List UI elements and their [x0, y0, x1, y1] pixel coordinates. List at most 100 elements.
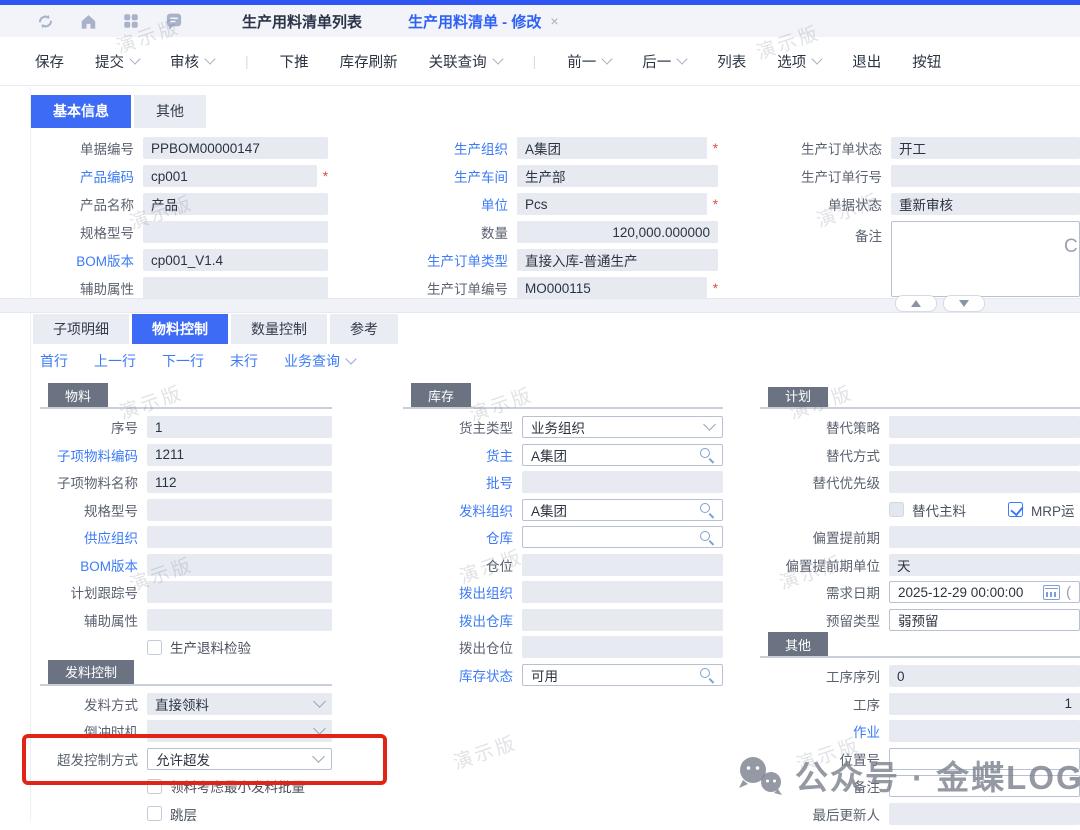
options-button[interactable]: 选项 — [777, 51, 821, 72]
tab-other[interactable]: 其他 — [134, 95, 206, 128]
exit-button[interactable]: 退出 — [852, 51, 881, 72]
field-label[interactable]: 子项物料编码 — [40, 445, 147, 465]
issue-mode-select[interactable]: 直接领料 — [147, 693, 332, 715]
sync-icon[interactable] — [36, 12, 55, 31]
search-icon[interactable] — [699, 530, 714, 545]
over-issue-control-select[interactable]: 允许超发 — [147, 748, 332, 770]
related-query-button[interactable]: 关联查询 — [429, 51, 502, 72]
chevron-down-icon[interactable] — [492, 53, 503, 64]
audit-button[interactable]: 审核 — [170, 51, 214, 72]
field-label: 位置号 — [760, 749, 889, 769]
chevron-down-icon[interactable] — [204, 53, 215, 64]
tab-production-material-edit[interactable]: 生产用料清单 - 修改 × — [408, 11, 559, 32]
chevron-down-icon[interactable] — [129, 53, 140, 64]
field-label[interactable]: 作业 — [760, 721, 889, 741]
apps-grid-icon[interactable] — [122, 12, 140, 30]
mo-status-field: 开工 — [891, 137, 1080, 159]
form-row: 拨出仓库 — [403, 609, 723, 631]
last-row-link[interactable]: 末行 — [230, 351, 258, 371]
next-button[interactable]: 后一 — [642, 51, 686, 72]
tab-basic-info[interactable]: 基本信息 — [31, 95, 131, 128]
chevron-down-icon[interactable] — [812, 53, 823, 64]
list-button[interactable]: 列表 — [717, 51, 746, 72]
min-issue-batch-checkbox[interactable] — [147, 779, 162, 794]
skip-level-checkbox[interactable] — [147, 806, 162, 821]
tab-quantity-control[interactable]: 数量控制 — [231, 314, 327, 344]
remark-textarea[interactable] — [891, 221, 1080, 297]
issue-org-lookup-field[interactable]: A集团 — [522, 499, 723, 521]
close-icon[interactable]: × — [550, 13, 558, 29]
chevron-down-icon[interactable] — [345, 353, 356, 364]
chevron-down-icon[interactable] — [313, 695, 326, 708]
prev-row-link[interactable]: 上一行 — [94, 351, 136, 371]
stock-refresh-button[interactable]: 库存刷新 — [340, 51, 398, 72]
calendar-icon[interactable] — [1043, 585, 1060, 600]
tab-reference[interactable]: 参考 — [330, 314, 398, 344]
chevron-down-icon[interactable] — [312, 750, 325, 763]
chevron-down-icon[interactable] — [602, 53, 613, 64]
owner-lookup-field[interactable]: A集团 — [522, 444, 723, 466]
group-title-badge: 发料控制 — [48, 660, 134, 684]
field-label[interactable]: 生产订单类型 — [408, 250, 517, 270]
custom-button[interactable]: 按钮 — [912, 51, 941, 72]
form-row: 发料方式 直接领料 — [40, 693, 332, 715]
tab-sub-item-detail[interactable]: 子项明细 — [33, 314, 129, 344]
field-label[interactable]: BOM版本 — [40, 555, 147, 575]
reserve-type-field[interactable]: 弱预留 — [889, 609, 1080, 631]
row-navigation: 首行 上一行 下一行 末行 业务查询 — [40, 351, 355, 371]
field-label[interactable]: 供应组织 — [40, 527, 147, 547]
chevron-down-icon[interactable] — [677, 53, 688, 64]
next-row-link[interactable]: 下一行 — [162, 351, 204, 371]
panel-left-border — [30, 87, 31, 821]
previous-button[interactable]: 前一 — [567, 51, 611, 72]
collapse-up-button[interactable] — [895, 295, 937, 312]
message-icon[interactable] — [164, 12, 184, 31]
search-icon[interactable] — [699, 667, 714, 682]
search-icon[interactable] — [699, 447, 714, 462]
search-icon[interactable] — [699, 502, 714, 517]
form-row: 货主 A集团 — [403, 444, 723, 466]
field-label[interactable]: 生产车间 — [408, 166, 517, 186]
tab-production-material-list[interactable]: 生产用料清单列表 — [242, 11, 362, 32]
home-icon[interactable] — [79, 12, 98, 31]
expand-down-button[interactable] — [943, 295, 985, 312]
form-row: 辅助属性 — [36, 277, 328, 299]
tab-material-control[interactable]: 物料控制 — [132, 314, 228, 344]
chevron-down-icon[interactable] — [703, 418, 716, 431]
substitute-main-checkbox[interactable] — [889, 502, 904, 517]
backflush-timing-select[interactable] — [147, 720, 332, 742]
warehouse-lookup-field[interactable] — [522, 526, 723, 548]
field-label[interactable]: 拨出组织 — [403, 582, 522, 602]
form-row: 供应组织 — [40, 526, 332, 548]
field-label[interactable]: 产品编码 — [36, 166, 143, 186]
field-label[interactable]: 发料组织 — [403, 500, 522, 520]
field-label: 辅助属性 — [40, 610, 147, 630]
field-label[interactable]: 仓库 — [403, 527, 522, 547]
push-down-button[interactable]: 下推 — [280, 51, 309, 72]
form-row: 批号 — [403, 471, 723, 493]
submit-button[interactable]: 提交 — [95, 51, 139, 72]
owner-type-select[interactable]: 业务组织 — [522, 416, 723, 438]
mrp-calc-checkbox[interactable] — [1008, 502, 1023, 517]
return-inspection-checkbox[interactable] — [147, 640, 162, 655]
business-query-link[interactable]: 业务查询 — [284, 351, 355, 371]
field-label[interactable]: 拨出仓库 — [403, 610, 522, 630]
field-label[interactable]: 单位 — [408, 194, 517, 214]
field-label[interactable]: BOM版本 — [36, 250, 143, 270]
position-no-field[interactable] — [889, 748, 1080, 770]
offset-leadtime-field — [889, 526, 1080, 548]
field-label[interactable]: 批号 — [403, 472, 522, 492]
chevron-down-icon[interactable] — [313, 722, 326, 735]
field-label[interactable]: 货主 — [403, 445, 522, 465]
field-label: 产品名称 — [36, 194, 143, 214]
save-button[interactable]: 保存 — [35, 51, 64, 72]
stock-status-lookup-field[interactable]: 可用 — [522, 664, 723, 686]
remark-field[interactable] — [889, 775, 1080, 797]
demand-date-field[interactable]: 2025-12-29 00:00:00( — [889, 581, 1080, 603]
group-header: 其他 — [760, 636, 1080, 658]
lot-no-field — [522, 471, 723, 493]
first-row-link[interactable]: 首行 — [40, 351, 68, 371]
field-label[interactable]: 库存状态 — [403, 665, 522, 685]
field-label[interactable]: 生产组织 — [408, 138, 517, 158]
form-row: 替代方式 — [760, 444, 1080, 466]
